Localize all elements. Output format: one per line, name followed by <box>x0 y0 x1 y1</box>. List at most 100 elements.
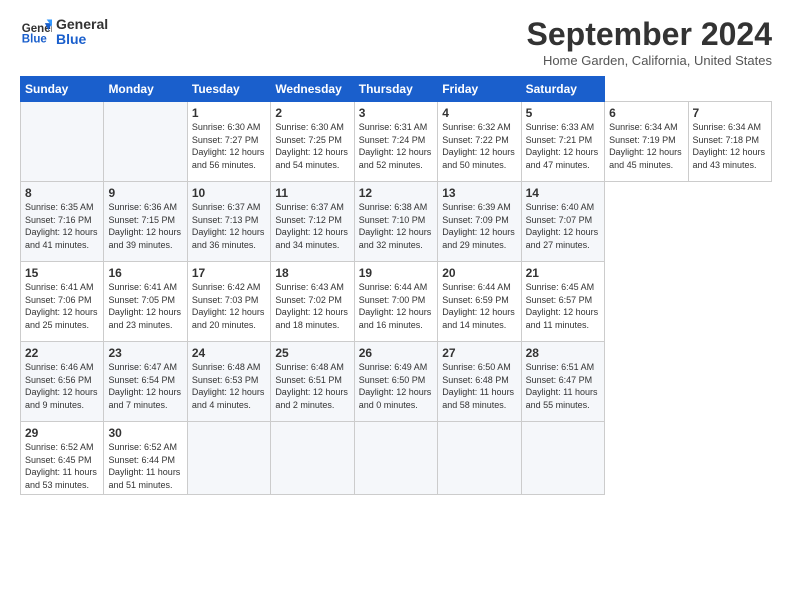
day-info: Sunrise: 6:34 AM Sunset: 7:18 PM Dayligh… <box>693 121 768 171</box>
day-number: 8 <box>25 186 99 200</box>
day-info: Sunrise: 6:40 AM Sunset: 7:07 PM Dayligh… <box>526 201 600 251</box>
day-info: Sunrise: 6:41 AM Sunset: 7:06 PM Dayligh… <box>25 281 99 331</box>
logo: General Blue General Blue <box>20 16 108 48</box>
day-number: 5 <box>526 106 600 120</box>
day-info: Sunrise: 6:44 AM Sunset: 6:59 PM Dayligh… <box>442 281 516 331</box>
day-number: 20 <box>442 266 516 280</box>
day-info: Sunrise: 6:50 AM Sunset: 6:48 PM Dayligh… <box>442 361 516 411</box>
calendar-cell: 7Sunrise: 6:34 AM Sunset: 7:18 PM Daylig… <box>688 102 772 182</box>
weekday-header-saturday: Saturday <box>521 77 604 102</box>
day-number: 9 <box>108 186 182 200</box>
calendar-cell: 10Sunrise: 6:37 AM Sunset: 7:13 PM Dayli… <box>187 182 270 262</box>
day-info: Sunrise: 6:49 AM Sunset: 6:50 PM Dayligh… <box>359 361 433 411</box>
day-info: Sunrise: 6:48 AM Sunset: 6:51 PM Dayligh… <box>275 361 349 411</box>
calendar-cell: 5Sunrise: 6:33 AM Sunset: 7:21 PM Daylig… <box>521 102 604 182</box>
calendar-cell: 21Sunrise: 6:45 AM Sunset: 6:57 PM Dayli… <box>521 262 604 342</box>
day-info: Sunrise: 6:37 AM Sunset: 7:13 PM Dayligh… <box>192 201 266 251</box>
calendar-cell: 6Sunrise: 6:34 AM Sunset: 7:19 PM Daylig… <box>605 102 688 182</box>
calendar-cell: 8Sunrise: 6:35 AM Sunset: 7:16 PM Daylig… <box>21 182 104 262</box>
day-info: Sunrise: 6:44 AM Sunset: 7:00 PM Dayligh… <box>359 281 433 331</box>
calendar-cell <box>104 102 187 182</box>
calendar-cell: 12Sunrise: 6:38 AM Sunset: 7:10 PM Dayli… <box>354 182 437 262</box>
day-info: Sunrise: 6:43 AM Sunset: 7:02 PM Dayligh… <box>275 281 349 331</box>
day-info: Sunrise: 6:52 AM Sunset: 6:44 PM Dayligh… <box>108 441 182 491</box>
calendar-cell <box>187 422 270 495</box>
day-number: 19 <box>359 266 433 280</box>
calendar-cell <box>354 422 437 495</box>
day-info: Sunrise: 6:30 AM Sunset: 7:27 PM Dayligh… <box>192 121 266 171</box>
calendar-cell: 28Sunrise: 6:51 AM Sunset: 6:47 PM Dayli… <box>521 342 604 422</box>
calendar-cell: 27Sunrise: 6:50 AM Sunset: 6:48 PM Dayli… <box>438 342 521 422</box>
day-number: 10 <box>192 186 266 200</box>
day-number: 12 <box>359 186 433 200</box>
page-header: General Blue General Blue September 2024… <box>20 16 772 68</box>
day-number: 22 <box>25 346 99 360</box>
calendar-cell: 17Sunrise: 6:42 AM Sunset: 7:03 PM Dayli… <box>187 262 270 342</box>
day-number: 1 <box>192 106 266 120</box>
calendar-cell: 25Sunrise: 6:48 AM Sunset: 6:51 PM Dayli… <box>271 342 354 422</box>
calendar-cell: 16Sunrise: 6:41 AM Sunset: 7:05 PM Dayli… <box>104 262 187 342</box>
logo-blue: Blue <box>56 32 108 47</box>
day-number: 14 <box>526 186 600 200</box>
day-info: Sunrise: 6:47 AM Sunset: 6:54 PM Dayligh… <box>108 361 182 411</box>
weekday-header-monday: Monday <box>104 77 187 102</box>
calendar-cell: 3Sunrise: 6:31 AM Sunset: 7:24 PM Daylig… <box>354 102 437 182</box>
weekday-header-tuesday: Tuesday <box>187 77 270 102</box>
day-info: Sunrise: 6:42 AM Sunset: 7:03 PM Dayligh… <box>192 281 266 331</box>
day-number: 4 <box>442 106 516 120</box>
calendar-table: SundayMondayTuesdayWednesdayThursdayFrid… <box>20 76 772 495</box>
calendar-cell: 18Sunrise: 6:43 AM Sunset: 7:02 PM Dayli… <box>271 262 354 342</box>
calendar-cell: 13Sunrise: 6:39 AM Sunset: 7:09 PM Dayli… <box>438 182 521 262</box>
day-info: Sunrise: 6:51 AM Sunset: 6:47 PM Dayligh… <box>526 361 600 411</box>
weekday-header-friday: Friday <box>438 77 521 102</box>
calendar-cell: 20Sunrise: 6:44 AM Sunset: 6:59 PM Dayli… <box>438 262 521 342</box>
calendar-cell <box>438 422 521 495</box>
calendar-cell: 26Sunrise: 6:49 AM Sunset: 6:50 PM Dayli… <box>354 342 437 422</box>
day-number: 11 <box>275 186 349 200</box>
location-subtitle: Home Garden, California, United States <box>527 53 772 68</box>
month-title: September 2024 <box>527 16 772 53</box>
day-number: 17 <box>192 266 266 280</box>
calendar-cell: 19Sunrise: 6:44 AM Sunset: 7:00 PM Dayli… <box>354 262 437 342</box>
day-info: Sunrise: 6:35 AM Sunset: 7:16 PM Dayligh… <box>25 201 99 251</box>
day-info: Sunrise: 6:39 AM Sunset: 7:09 PM Dayligh… <box>442 201 516 251</box>
day-info: Sunrise: 6:41 AM Sunset: 7:05 PM Dayligh… <box>108 281 182 331</box>
day-info: Sunrise: 6:37 AM Sunset: 7:12 PM Dayligh… <box>275 201 349 251</box>
day-number: 2 <box>275 106 349 120</box>
page-container: General Blue General Blue September 2024… <box>0 0 792 612</box>
day-number: 21 <box>526 266 600 280</box>
title-block: September 2024 Home Garden, California, … <box>527 16 772 68</box>
day-info: Sunrise: 6:52 AM Sunset: 6:45 PM Dayligh… <box>25 441 99 491</box>
day-number: 16 <box>108 266 182 280</box>
day-info: Sunrise: 6:30 AM Sunset: 7:25 PM Dayligh… <box>275 121 349 171</box>
day-number: 24 <box>192 346 266 360</box>
day-number: 26 <box>359 346 433 360</box>
calendar-cell <box>271 422 354 495</box>
day-info: Sunrise: 6:31 AM Sunset: 7:24 PM Dayligh… <box>359 121 433 171</box>
calendar-cell: 1Sunrise: 6:30 AM Sunset: 7:27 PM Daylig… <box>187 102 270 182</box>
calendar-cell: 22Sunrise: 6:46 AM Sunset: 6:56 PM Dayli… <box>21 342 104 422</box>
calendar-cell: 29Sunrise: 6:52 AM Sunset: 6:45 PM Dayli… <box>21 422 104 495</box>
day-info: Sunrise: 6:45 AM Sunset: 6:57 PM Dayligh… <box>526 281 600 331</box>
day-info: Sunrise: 6:36 AM Sunset: 7:15 PM Dayligh… <box>108 201 182 251</box>
day-number: 25 <box>275 346 349 360</box>
weekday-header-sunday: Sunday <box>21 77 104 102</box>
calendar-cell: 30Sunrise: 6:52 AM Sunset: 6:44 PM Dayli… <box>104 422 187 495</box>
day-number: 7 <box>693 106 768 120</box>
day-number: 3 <box>359 106 433 120</box>
day-number: 18 <box>275 266 349 280</box>
calendar-header-row: SundayMondayTuesdayWednesdayThursdayFrid… <box>21 77 772 102</box>
day-number: 29 <box>25 426 99 440</box>
calendar-cell: 4Sunrise: 6:32 AM Sunset: 7:22 PM Daylig… <box>438 102 521 182</box>
day-number: 27 <box>442 346 516 360</box>
day-number: 13 <box>442 186 516 200</box>
calendar-cell <box>521 422 604 495</box>
calendar-cell: 9Sunrise: 6:36 AM Sunset: 7:15 PM Daylig… <box>104 182 187 262</box>
day-number: 30 <box>108 426 182 440</box>
day-number: 15 <box>25 266 99 280</box>
svg-text:Blue: Blue <box>22 34 48 46</box>
calendar-cell: 11Sunrise: 6:37 AM Sunset: 7:12 PM Dayli… <box>271 182 354 262</box>
day-info: Sunrise: 6:33 AM Sunset: 7:21 PM Dayligh… <box>526 121 600 171</box>
day-info: Sunrise: 6:46 AM Sunset: 6:56 PM Dayligh… <box>25 361 99 411</box>
day-number: 23 <box>108 346 182 360</box>
